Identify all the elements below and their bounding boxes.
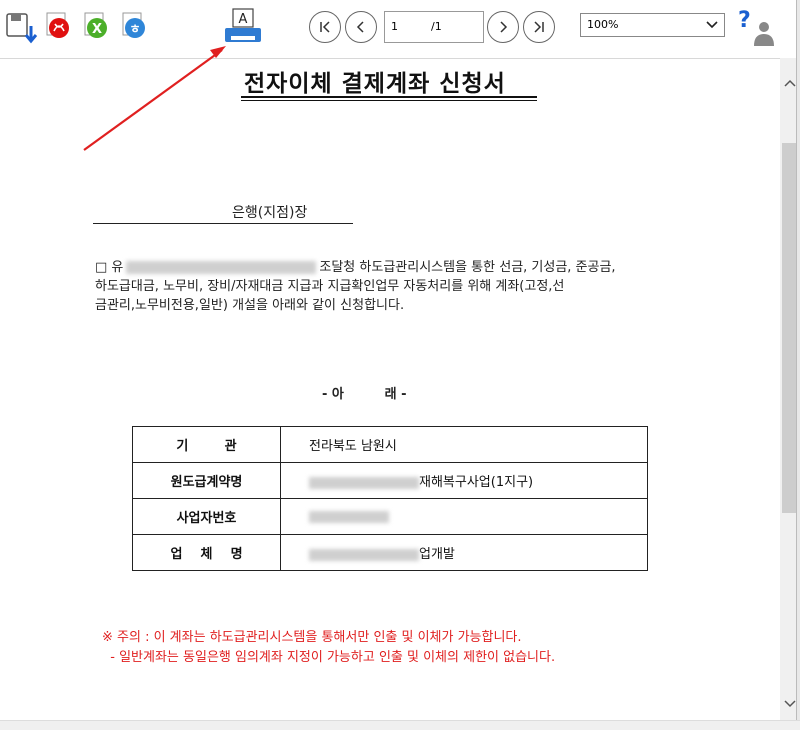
document-title: 전자이체 결제계좌 신청서 (244, 71, 506, 97)
table-row: 기 관 전라북도 남원시 (132, 426, 648, 463)
page-number-input[interactable]: 1 /1 (384, 11, 484, 43)
row-value-text: 업개발 (419, 547, 455, 562)
row-value-text: 전라북도 남원시 (309, 439, 397, 454)
row-value-text: 재해복구사업(1지구) (419, 475, 534, 490)
help-person-icon (754, 22, 774, 46)
table-row: 업 체 명 업개발 (132, 534, 648, 571)
row-label: 원도급계약명 (132, 462, 281, 499)
scrollbar-thumb[interactable] (782, 143, 797, 513)
prev-page-button[interactable] (345, 11, 377, 43)
notice-line1: ※ 주의 : 이 계좌는 하도급관리시스템을 통해서만 인출 및 이체가 가능합… (102, 630, 522, 645)
last-page-button[interactable] (523, 11, 555, 43)
first-page-button[interactable] (309, 11, 341, 43)
svg-text:X: X (92, 22, 102, 37)
table-row: 원도급계약명 재해복구사업(1지구) (132, 462, 648, 499)
body-line3: 금관리,노무비전용,일반) 개설을 아래와 같이 신청합니다. (95, 298, 405, 313)
body-prefix: □ 유 (95, 260, 124, 275)
next-page-icon (500, 21, 508, 33)
zoom-select[interactable]: 100% (580, 13, 725, 37)
redacted-text (309, 548, 419, 561)
row-label: 사업자번호 (132, 498, 281, 535)
body-line1: 조달청 하도급관리시스템을 통한 선금, 기성금, 준공금, (319, 260, 616, 275)
row-label: 기 관 (132, 426, 281, 463)
help-label: ? (738, 8, 751, 33)
row-label: 업 체 명 (132, 534, 281, 571)
next-page-button[interactable] (487, 11, 519, 43)
save-download-icon[interactable] (5, 12, 39, 46)
first-page-icon (320, 21, 330, 33)
title-underline-thin (241, 100, 537, 101)
notice-text: ※ 주의 : 이 계좌는 하도급관리시스템을 통해서만 인출 및 이체가 가능합… (102, 628, 555, 668)
chevron-down-icon (706, 21, 718, 29)
row-value (280, 498, 648, 535)
title-underline (241, 96, 537, 98)
annotation-arrow (83, 46, 226, 151)
last-page-icon (534, 21, 544, 33)
row-value: 업개발 (280, 534, 648, 571)
pdf-icon[interactable] (42, 11, 76, 45)
table-row: 사업자번호 (132, 498, 648, 535)
window-edge (796, 0, 800, 730)
total-pages: /1 (431, 20, 442, 33)
help-button[interactable]: ? (738, 8, 776, 46)
zoom-value: 100% (587, 18, 619, 31)
svg-text:ㅎ: ㅎ (129, 22, 140, 36)
recipient-label: 은행(지점)장 (232, 205, 308, 221)
recipient-line (93, 223, 353, 224)
redacted-text (309, 476, 419, 489)
redacted-text (309, 510, 389, 523)
horizontal-scrollbar[interactable] (0, 720, 800, 730)
row-value: 전라북도 남원시 (280, 426, 648, 463)
body-paragraph: □ 유 조달청 하도급관리시스템을 통한 선금, 기성금, 준공금, 하도급대금,… (95, 258, 695, 315)
info-table: 기 관 전라북도 남원시 원도급계약명 재해복구사업(1지구) 사업자번호 업 … (132, 426, 648, 571)
current-page: 1 (391, 20, 398, 33)
body-line2: 하도급대금, 노무비, 장비/자재대금 지급과 지급확인업무 자동처리를 위해 … (95, 279, 565, 294)
prev-page-icon (356, 21, 364, 33)
row-value: 재해복구사업(1지구) (280, 462, 648, 499)
redacted-text (126, 261, 317, 274)
ah-heading: - 아 래 - (322, 387, 407, 402)
notice-line2: - 일반계좌는 동일은행 임의계좌 지정이 가능하고 인출 및 이체의 제한이 … (102, 650, 556, 665)
svg-text:A: A (239, 12, 248, 27)
